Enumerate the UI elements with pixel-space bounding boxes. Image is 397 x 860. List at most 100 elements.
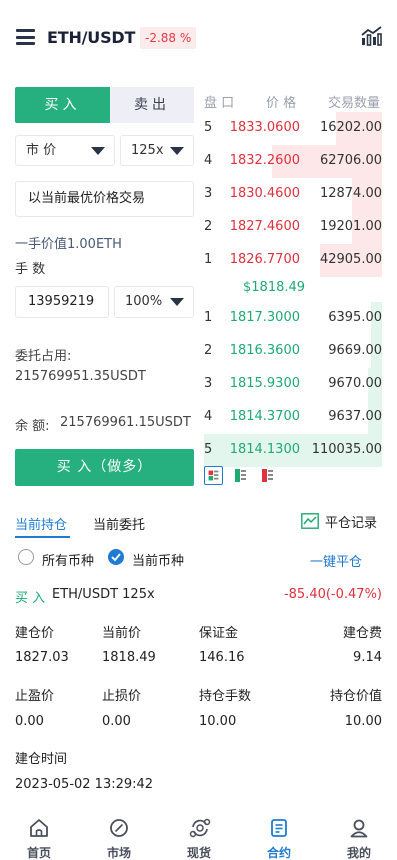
nav-mine-label: 我的	[346, 846, 371, 860]
home-icon	[30, 819, 48, 837]
bid-price: 1817.3000	[229, 310, 300, 325]
open-time-value: 2023-05-02 13:29:42	[15, 777, 154, 792]
current-coin-radio[interactable]	[108, 549, 124, 565]
percent-select[interactable]: 100%	[114, 286, 194, 318]
bid-price: 1814.3700	[229, 409, 300, 424]
nav-contract[interactable]: 合约	[249, 810, 309, 860]
bid-level: 1	[204, 310, 213, 325]
ask-qty: 19201.00	[319, 219, 382, 234]
bid-row[interactable]: 4 1814.3700 9637.00	[204, 401, 382, 434]
current-coin-label[interactable]: 当前币种	[132, 550, 184, 569]
stop-loss-label: 止损价	[102, 689, 142, 704]
depth-asks-icon[interactable]	[258, 466, 277, 485]
current-price-value: 1818.49	[102, 650, 156, 665]
current-price-label: 当前价	[102, 626, 142, 641]
bid-level: 2	[204, 343, 213, 358]
buy-long-button[interactable]: 买 入（做多）	[15, 449, 194, 486]
nav-market-label: 市场	[106, 846, 131, 860]
ask-qty: 12874.00	[319, 186, 382, 201]
depth-both-icon[interactable]	[204, 466, 223, 485]
tab-buy[interactable]: 买入	[15, 87, 110, 123]
chevron-down-icon	[170, 298, 184, 306]
balance-value: 215769961.15USDT	[60, 415, 191, 430]
nav-spot-label: 现货	[186, 846, 211, 860]
all-coins-label[interactable]: 所有币种	[42, 550, 94, 569]
chevron-down-icon	[91, 147, 105, 155]
ask-row[interactable]: 3 1830.4600 12874.00	[204, 178, 382, 211]
ask-row[interactable]: 1 1826.7700 42905.00	[204, 244, 382, 277]
chevron-down-icon	[170, 147, 184, 155]
nav-contract-label: 合约	[266, 846, 291, 860]
take-profit-value: 0.00	[15, 714, 44, 729]
close-record-label: 平仓记录	[325, 516, 378, 531]
ask-row[interactable]: 5 1833.0600 16202.00	[204, 112, 382, 145]
margin-field-label: 保证金	[199, 626, 239, 641]
price-input[interactable]: 以当前最优价格交易	[15, 181, 194, 217]
position-value-label: 持仓价值	[329, 689, 382, 704]
menu-icon[interactable]	[16, 29, 35, 45]
position-pair: ETH/USDT 125x	[52, 587, 155, 602]
kline-chart-icon[interactable]	[361, 26, 382, 46]
tab-current-positions[interactable]: 当前持仓	[15, 514, 67, 533]
bid-row[interactable]: 3 1815.9300 9670.00	[204, 368, 382, 401]
nav-home[interactable]: 首页	[9, 810, 69, 860]
order-type-select[interactable]: 市 价	[15, 135, 115, 166]
stop-loss-value: 0.00	[102, 714, 131, 729]
position-pnl: -85.40(-0.47%)	[283, 587, 382, 602]
position-value-value: 10.00	[344, 714, 382, 729]
nav-market[interactable]: 市场	[89, 810, 149, 860]
order-type-value: 市 价	[26, 143, 57, 158]
top-bar: ETH/USDT -2.88 %	[0, 0, 397, 76]
ask-level: 1	[204, 252, 213, 267]
balance-label: 余 额:	[15, 419, 50, 434]
ask-price: 1827.4600	[229, 219, 300, 234]
ask-level: 2	[204, 219, 213, 234]
bid-row[interactable]: 5 1814.1300 110035.00	[204, 434, 382, 467]
tab-current-orders[interactable]: 当前委托	[93, 514, 145, 533]
nav-mine[interactable]: 我的	[329, 810, 389, 860]
ask-qty: 62706.00	[319, 153, 382, 168]
orderbook-qty-header: 交易数量	[328, 96, 381, 111]
lots-label: 持仓手数	[199, 689, 252, 704]
leverage-value: 125x	[131, 143, 164, 158]
bid-qty: 6395.00	[328, 310, 382, 325]
qty-input[interactable]: 13959219	[15, 286, 109, 318]
bid-row[interactable]: 2 1816.3600 9669.00	[204, 335, 382, 368]
open-time-label: 建仓时间	[15, 752, 68, 767]
leverage-select[interactable]: 125x	[120, 135, 194, 166]
depth-bids-icon[interactable]	[231, 466, 250, 485]
ask-row[interactable]: 2 1827.4600 19201.00	[204, 211, 382, 244]
ask-qty: 42905.00	[319, 252, 382, 267]
last-price: $1818.49	[243, 280, 306, 295]
ask-level: 3	[204, 186, 213, 201]
ask-price: 1833.0600	[229, 120, 300, 135]
trend-chart-icon	[301, 513, 319, 529]
close-all-button[interactable]: 一键平仓	[310, 551, 362, 570]
bid-qty: 9670.00	[328, 376, 382, 391]
take-profit-label: 止盈价	[15, 689, 55, 704]
open-price-label: 建仓价	[15, 626, 55, 641]
open-fee-value: 9.14	[353, 650, 382, 665]
bid-qty: 110035.00	[311, 442, 382, 457]
contract-icon	[271, 819, 287, 837]
margin-value: 215769951.35USDT	[15, 369, 146, 384]
open-price-value: 1827.03	[15, 650, 69, 665]
all-coins-radio[interactable]	[18, 549, 34, 565]
margin-label: 委托占用:	[15, 349, 72, 364]
ask-row[interactable]: 4 1832.2600 62706.00	[204, 145, 382, 178]
pair-title[interactable]: ETH/USDT	[47, 28, 135, 47]
nav-spot[interactable]: 现货	[169, 810, 229, 860]
lots-value: 10.00	[199, 714, 237, 729]
open-fee-label: 建仓费	[342, 626, 382, 641]
tab-sell[interactable]: 卖出	[110, 87, 194, 123]
percent-value: 100%	[125, 294, 163, 309]
bid-row[interactable]: 1 1817.3000 6395.00	[204, 302, 382, 335]
spot-trade-icon	[189, 818, 211, 838]
orderbook-level-header: 盘 口	[204, 96, 235, 111]
orderbook-price-header: 价 格	[266, 96, 297, 111]
margin-field-value: 146.16	[199, 650, 245, 665]
bottom-nav: 首页 市场 现货 合约 我的	[0, 810, 397, 860]
position-side: 买 入	[15, 591, 46, 606]
ask-price: 1832.2600	[229, 153, 300, 168]
bid-level: 4	[204, 409, 213, 424]
